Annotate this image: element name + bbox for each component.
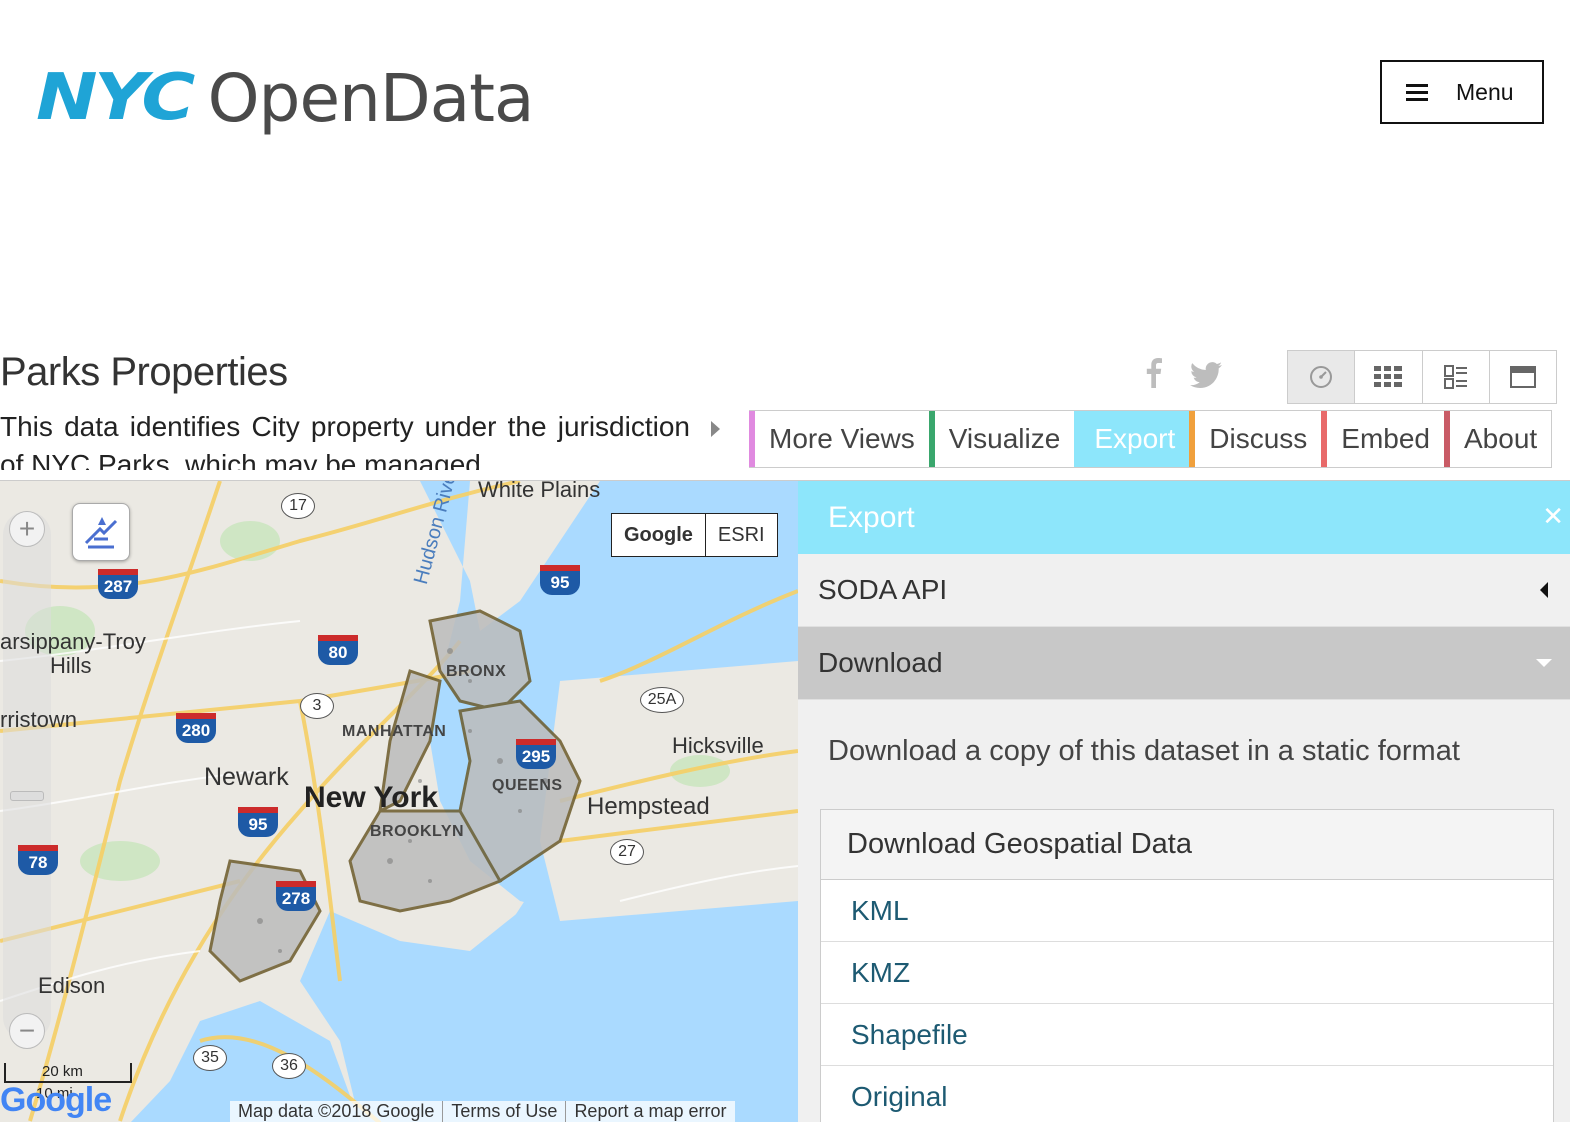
basemap-layer-switch: Google ESRI [611,513,778,557]
tab-about[interactable]: About [1444,411,1551,467]
hamburger-icon [1406,84,1428,101]
basemap-tool-icon[interactable] [72,503,130,561]
route-27-marker: 27 [610,839,644,865]
export-panel-title: Export [828,500,915,534]
dataset-tabs: More Views Visualize Export Discuss Embe… [749,410,1553,468]
view-switcher [1287,350,1557,404]
window-icon[interactable] [1490,351,1556,403]
logo-opendata-text: OpenData [207,59,535,137]
nyc-opendata-logo[interactable]: NYC OpenData [36,58,535,138]
route-3-marker: 3 [300,693,334,719]
export-panel: Export ✕ SODA API Download Download a co… [798,480,1570,1122]
geospatial-download-box: Download Geospatial Data KML KMZ Shapefi… [820,809,1554,1122]
tab-discuss[interactable]: Discuss [1189,411,1321,467]
route-17-marker: 17 [281,493,315,519]
list-icon[interactable] [1423,351,1490,403]
map-label-queens: QUEENS [492,777,563,794]
interstate-95b-shield: 95 [238,807,278,837]
interstate-280-shield: 280 [176,713,216,743]
zoom-slider[interactable] [3,511,51,1041]
map-label-hills: Hills [50,653,92,678]
map-label-hicksville: Hicksville [672,733,764,758]
map-label-new-york: New York [304,781,438,814]
map-label-white-plains: White Plains [478,480,601,502]
download-original-link[interactable]: Original [821,1066,1553,1122]
map-label-manhattan: MANHATTAN [342,723,447,740]
caret-down-icon [1536,659,1552,667]
map-label-parsippany: arsippany-Troy [0,629,146,654]
interstate-78-shield: 78 [18,845,58,875]
map-label-morristown: rristown [0,707,78,732]
interstate-80-shield: 80 [318,635,358,665]
map-footer: Map data ©2018 Google Terms of Use Repor… [230,1101,735,1122]
geospatial-download-header: Download Geospatial Data [821,810,1553,880]
map-label-hempstead: Hempstead [587,793,710,820]
tab-more-views[interactable]: More Views [749,411,929,467]
grid-icon[interactable] [1355,351,1423,403]
interstate-287-shield: 287 [98,569,138,599]
soda-api-label: SODA API [818,574,948,605]
map-view[interactable]: + − Google ESRI White Plains Hudson Rive… [0,480,798,1122]
speedometer-icon[interactable] [1288,351,1356,403]
expand-description-icon[interactable] [711,421,720,437]
layer-google-button[interactable]: Google [612,514,706,556]
zoom-slider-handle[interactable] [10,791,44,801]
twitter-icon[interactable] [1190,362,1222,396]
download-description: Download a copy of this dataset in a sta… [828,735,1460,767]
google-logo[interactable]: Google [0,1081,112,1120]
soda-api-section[interactable]: SODA API [798,554,1570,627]
tab-visualize[interactable]: Visualize [928,411,1075,467]
route-36-marker: 36 [272,1053,306,1079]
facebook-icon[interactable] [1146,358,1162,396]
map-data-attribution: Map data ©2018 Google [230,1101,443,1122]
download-kmz-link[interactable]: KMZ [821,942,1553,1004]
caret-left-icon [1540,582,1548,598]
zoom-in-button[interactable]: + [9,511,45,547]
zoom-out-button[interactable]: − [9,1013,45,1049]
map-label-edison: Edison [38,973,106,998]
map-label-brooklyn: BROOKLYN [370,823,465,840]
layer-esri-button[interactable]: ESRI [706,514,777,556]
close-icon[interactable]: ✕ [1542,501,1564,532]
interstate-295-shield: 295 [516,739,556,769]
map-scale-bar: 20 km [4,1063,132,1083]
menu-button[interactable]: Menu [1380,60,1544,124]
export-panel-header: Export ✕ [798,481,1570,554]
route-25a-marker: 25A [640,687,684,713]
interstate-278-shield: 278 [276,881,316,911]
terms-of-use-link[interactable]: Terms of Use [442,1101,566,1122]
download-shapefile-link[interactable]: Shapefile [821,1004,1553,1066]
dataset-description: This data identifies City property under… [0,411,690,470]
route-35-marker: 35 [193,1045,227,1071]
tab-embed[interactable]: Embed [1321,411,1444,467]
download-kml-link[interactable]: KML [821,880,1553,942]
download-label: Download [818,647,943,678]
dataset-title: Parks Properties [0,350,288,394]
tab-export[interactable]: Export [1074,411,1190,467]
interstate-95-shield: 95 [540,565,580,595]
map-label-newark: Newark [204,763,289,791]
report-map-error-link[interactable]: Report a map error [565,1101,735,1122]
logo-nyc-text: NYC [36,61,195,135]
map-label-bronx: BRONX [446,663,507,680]
menu-label: Menu [1456,78,1514,105]
download-section[interactable]: Download [798,627,1570,700]
